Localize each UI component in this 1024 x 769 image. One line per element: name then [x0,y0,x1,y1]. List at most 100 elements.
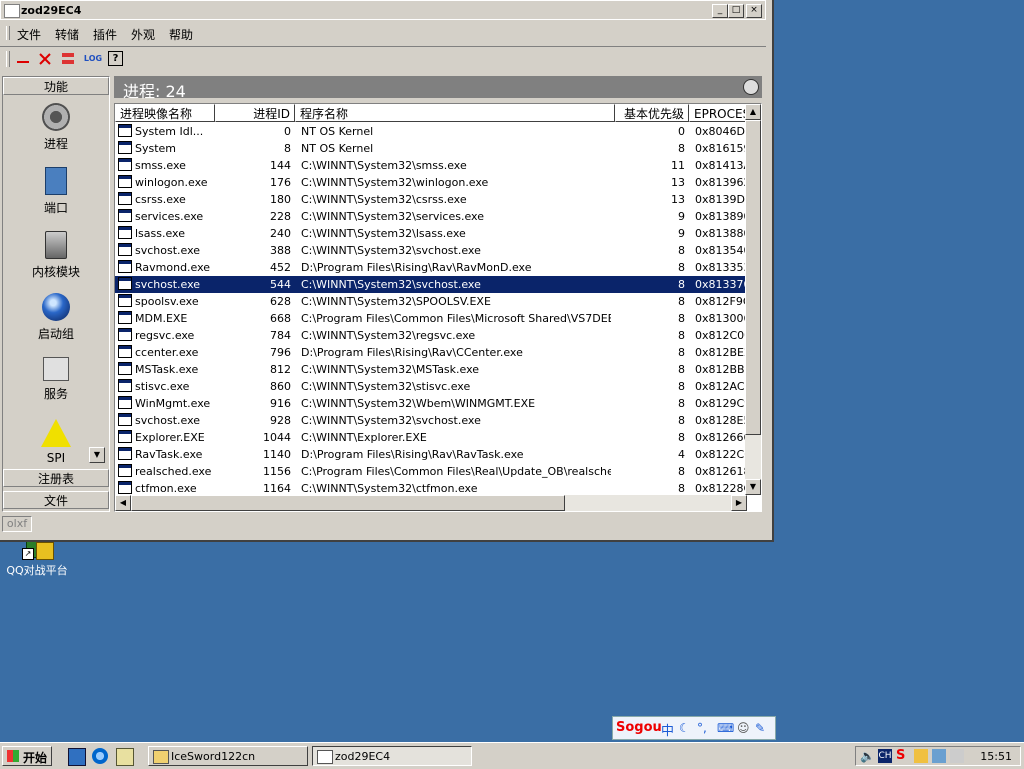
process-icon [118,243,132,256]
windows-flag-icon [7,750,19,762]
process-row[interactable]: WinMgmt.exe 916 C:\WINNT\System32\Wbem\WIN… [115,395,747,412]
vertical-scrollbar[interactable]: ▲ ▼ [745,104,761,495]
volume-icon[interactable]: 🔈 [860,749,875,763]
nav-startup[interactable]: 启动组 [3,293,109,342]
process-row[interactable]: stisvc.exe 860 C:\WINNT\System32\stisvc.ex… [115,378,747,395]
process-row[interactable]: realsched.exe 1156 C:\Program Files\Common… [115,463,747,480]
process-eprocess: 0x8129C9 [695,397,747,410]
menu-help[interactable]: 帮助 [169,26,193,43]
process-row[interactable]: MSTask.exe 812 C:\WINNT\System32\MSTask.ex… [115,361,747,378]
process-row[interactable]: Ravmond.exe 452 D:\Program Files\Rising\Ra… [115,259,747,276]
nav-process[interactable]: 进程 [3,103,109,152]
process-icon [118,209,132,222]
process-row[interactable]: spoolsv.exe 628 C:\WINNT\System32\SPOOLSV.… [115,293,747,310]
registry-header[interactable]: 注册表 [3,469,109,487]
process-row[interactable]: RavTask.exe 1140 D:\Program Files\Rising\R… [115,446,747,463]
col-image-name[interactable]: 进程映像名称 [115,104,215,122]
function-header[interactable]: 功能 [3,77,109,95]
task-zod29ec4[interactable]: zod29EC4 [312,746,472,766]
start-button[interactable]: 开始 [2,746,52,766]
process-row[interactable]: svchost.exe 928 C:\WINNT\System32\svchost.… [115,412,747,429]
punctuation-icon[interactable]: °, [697,721,707,735]
process-icon [118,413,132,426]
col-eprocess[interactable]: EPROCESS [689,104,747,122]
outlook-icon[interactable] [116,748,134,766]
process-row[interactable]: svchost.exe 388 C:\WINNT\System32\svchost.… [115,242,747,259]
scroll-right-icon[interactable]: ▶ [731,495,747,511]
scroll-down-icon[interactable]: ▼ [745,479,761,495]
process-row[interactable]: svchost.exe 544 C:\WINNT\System32\svchost.… [115,276,747,293]
process-row[interactable]: smss.exe 144 C:\WINNT\System32\smss.exe 11 0… [115,157,747,174]
sogou-ime-bar[interactable]: Sogou 中 ☾ °, ⌨ ☺ ✎ [612,716,776,740]
task-icesword[interactable]: IceSword122cn [148,746,308,766]
ime-mode[interactable]: 中 [661,720,674,739]
process-priority: 8 [678,295,685,308]
log-button[interactable]: LOG [83,51,103,67]
nav-kernel-modules[interactable]: 内核模块 [3,231,109,280]
help-button[interactable]: ? [108,51,123,66]
menu-plugins[interactable]: 插件 [93,26,117,43]
desktop-icon-qq[interactable]: ↗ QQ对战平台 [2,538,72,578]
menu-file[interactable]: 文件 [17,26,41,43]
network-tray-icon[interactable] [932,749,946,763]
close-button[interactable]: × [746,4,762,18]
process-pid: 860 [270,380,291,393]
kill-process-icon[interactable] [38,51,52,67]
process-path: C:\WINNT\System32\lsass.exe [301,227,466,240]
process-row[interactable]: lsass.exe 240 C:\WINNT\System32\lsass.exe 9… [115,225,747,242]
minus-tool-icon[interactable] [16,51,30,67]
scroll-left-icon[interactable]: ◀ [115,495,131,511]
refresh-icon[interactable] [743,79,759,95]
taskbar: 开始 IceSword122cn zod29EC4 🔈 CH S 15:51 [0,742,1024,769]
lang-indicator[interactable]: CH [878,749,892,763]
process-row[interactable]: Explorer.EXE 1044 C:\WINNT\Explorer.EXE 8 0x… [115,429,747,446]
col-pid[interactable]: 进程ID [215,104,295,122]
process-row[interactable]: winlogon.exe 176 C:\WINNT\System32\winlogo… [115,174,747,191]
title-bar[interactable]: zod29EC4 _ □ × [0,0,766,20]
sogou-tray-icon[interactable]: S [896,749,910,763]
process-priority: 0 [678,125,685,138]
process-name: stisvc.exe [135,380,190,393]
nav-port[interactable]: 端口 [3,167,109,216]
process-row[interactable]: ccenter.exe 796 D:\Program Files\Rising\Ra… [115,344,747,361]
process-name: System Idl... [135,125,204,138]
process-eprocess: 0x81228C [695,482,747,495]
rising-tray-icon[interactable] [914,749,928,763]
col-program-name[interactable]: 程序名称 [295,104,615,122]
sdt-tool-icon[interactable] [60,51,76,67]
process-pid: 240 [270,227,291,240]
process-row[interactable]: regsvc.exe 784 C:\WINNT\System32\regsvc.ex… [115,327,747,344]
col-base-priority[interactable]: 基本优先级 [615,104,689,122]
process-row[interactable]: System 8 NT OS Kernel 8 0x816159 [115,140,747,157]
process-priority: 8 [678,278,685,291]
tools-icon[interactable]: ✎ [755,721,765,735]
process-eprocess: 0x8122C6 [695,448,747,461]
process-priority: 8 [678,312,685,325]
maximize-button[interactable]: □ [728,4,744,18]
menu-dump[interactable]: 转储 [55,26,79,43]
nav-services[interactable]: 服务 [3,357,109,402]
panel-scroll-down-button[interactable]: ▼ [89,447,105,463]
process-row[interactable]: services.exe 228 C:\WINNT\System32\service… [115,208,747,225]
horizontal-scroll-thumb[interactable] [131,495,565,511]
scroll-up-icon[interactable]: ▲ [745,104,761,120]
user-icon[interactable]: ☺ [737,721,750,735]
file-header[interactable]: 文件 [3,491,109,509]
moon-icon[interactable]: ☾ [679,721,690,735]
vertical-scroll-thumb[interactable] [745,120,761,435]
menu-appearance[interactable]: 外观 [131,26,155,43]
keyboard-icon[interactable]: ⌨ [717,721,734,735]
internet-explorer-icon[interactable] [92,748,108,764]
misc-tray-icon[interactable] [950,749,964,763]
horizontal-scrollbar[interactable]: ◀ ▶ [115,495,747,511]
process-path: C:\WINNT\System32\SPOOLSV.EXE [301,295,491,308]
clock: 15:51 [980,750,1012,763]
process-eprocess: 0x813540 [695,244,747,257]
process-row[interactable]: MDM.EXE 668 C:\Program Files\Common Files\… [115,310,747,327]
minimize-button[interactable]: _ [712,4,728,18]
process-path: C:\Program Files\Common Files\Microsoft … [301,312,611,325]
process-row[interactable]: System Idl... 0 NT OS Kernel 0 0x8046D6 [115,123,747,140]
process-row[interactable]: csrss.exe 180 C:\WINNT\System32\csrss.exe 1… [115,191,747,208]
process-count-bar: 进程: 24 [114,76,762,101]
show-desktop-icon[interactable] [68,748,86,766]
